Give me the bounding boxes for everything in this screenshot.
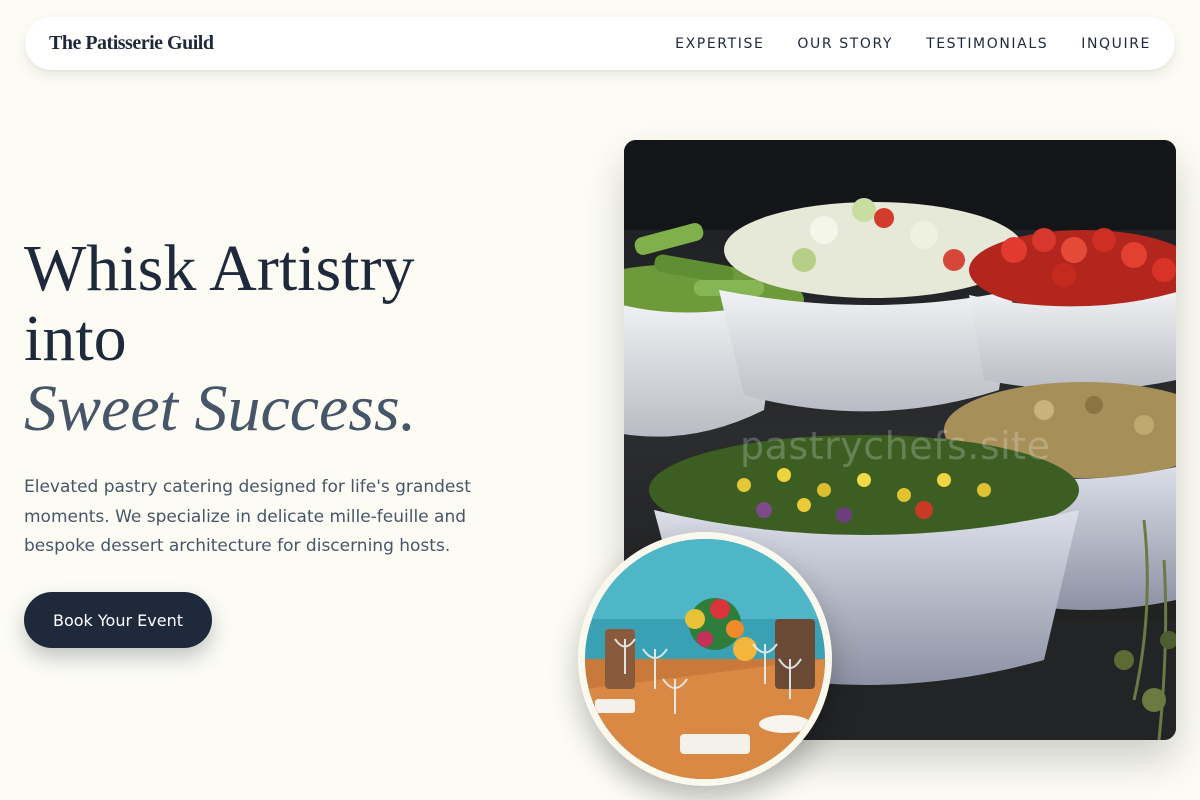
thumbnail-photo [585, 539, 825, 779]
nav-links: EXPERTISE OUR STORY TESTIMONIALS INQUIRE [675, 36, 1151, 52]
headline-line-1: Whisk Artistry [24, 232, 415, 305]
banquet-photo-illustration [585, 539, 825, 779]
nav-link-our-story[interactable]: OUR STORY [797, 36, 893, 52]
nav-link-inquire[interactable]: INQUIRE [1081, 36, 1151, 52]
event-thumbnail [578, 532, 832, 786]
headline-line-2: into [24, 302, 127, 375]
brand-logo[interactable]: The Patisserie Guild [49, 32, 214, 55]
headline-emphasis: Sweet Success. [24, 372, 417, 445]
hero-description: Elevated pastry catering designed for li… [24, 477, 471, 556]
book-event-button[interactable]: Book Your Event [24, 592, 212, 648]
top-navbar: The Patisserie Guild EXPERTISE OUR STORY… [25, 17, 1175, 70]
hero-headline: Whisk Artistry into Sweet Success. [24, 234, 584, 444]
nav-link-expertise[interactable]: EXPERTISE [675, 36, 764, 52]
image-watermark: pastrychefs.site [740, 424, 1051, 468]
nav-link-testimonials[interactable]: TESTIMONIALS [926, 36, 1048, 52]
